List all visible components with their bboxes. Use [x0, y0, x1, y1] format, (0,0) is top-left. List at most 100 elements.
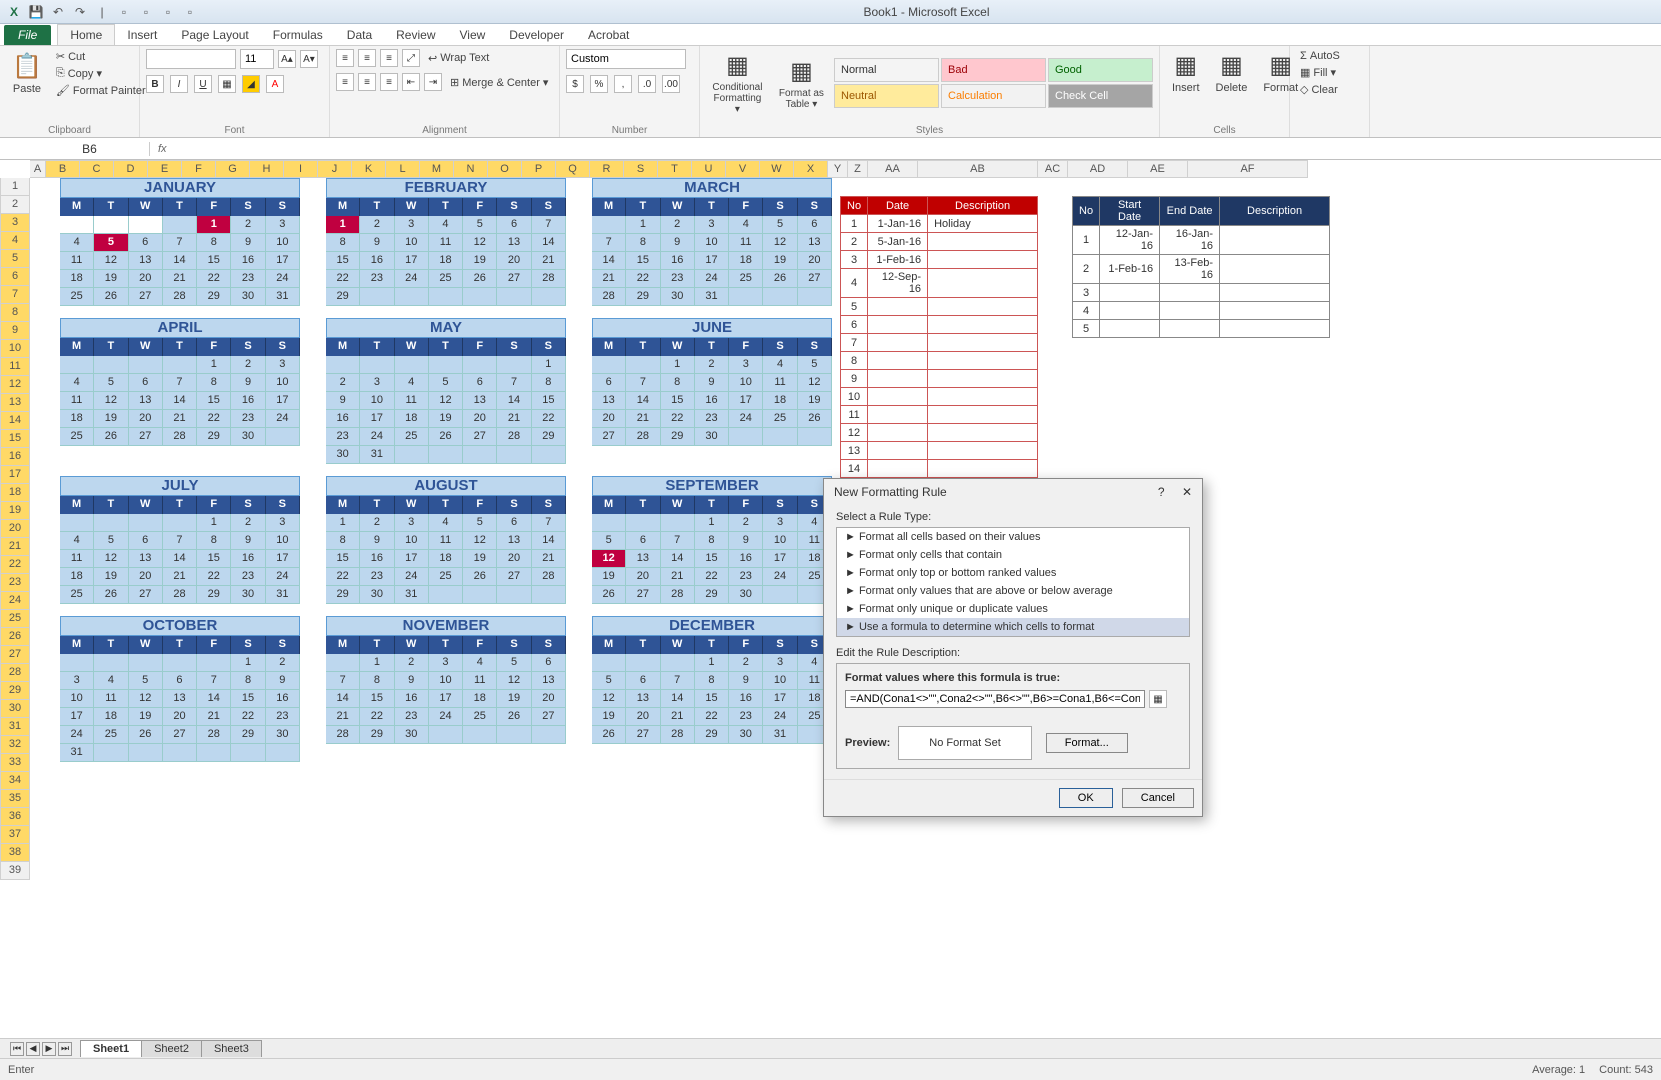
shrink-font-button[interactable]: A▾	[300, 50, 318, 68]
row-25[interactable]: 25	[0, 610, 30, 628]
redo-icon[interactable]: ↷	[72, 4, 88, 20]
col-AC[interactable]: AC	[1038, 160, 1068, 178]
row-18[interactable]: 18	[0, 484, 30, 502]
font-size-select[interactable]	[240, 49, 274, 69]
range-picker-icon[interactable]: ▦	[1149, 690, 1167, 708]
row-37[interactable]: 37	[0, 826, 30, 844]
rule-type-option[interactable]: ► Format only cells that contain	[837, 546, 1189, 564]
tab-review[interactable]: Review	[384, 25, 447, 45]
col-V[interactable]: V	[726, 160, 760, 178]
paste-button[interactable]: 📋Paste	[6, 50, 48, 97]
row-27[interactable]: 27	[0, 646, 30, 664]
indent-inc-button[interactable]: ⇥	[424, 73, 442, 91]
tab-home[interactable]: Home	[57, 24, 115, 45]
tab-view[interactable]: View	[448, 25, 498, 45]
orientation-button[interactable]: ⤢	[402, 49, 420, 67]
print-icon[interactable]: ▫	[160, 4, 176, 20]
copy-button[interactable]: ⎘ Copy ▾	[52, 66, 150, 81]
col-D[interactable]: D	[114, 160, 148, 178]
rule-type-list[interactable]: ► Format all cells based on their values…	[836, 527, 1190, 637]
row-8[interactable]: 8	[0, 304, 30, 322]
sheet-tab-1[interactable]: Sheet1	[80, 1040, 142, 1057]
col-E[interactable]: E	[148, 160, 182, 178]
bold-button[interactable]: B	[146, 75, 164, 93]
row-6[interactable]: 6	[0, 268, 30, 286]
insert-cells-button[interactable]: ▦Insert	[1166, 49, 1206, 96]
row-14[interactable]: 14	[0, 412, 30, 430]
delete-cells-button[interactable]: ▦Delete	[1210, 49, 1254, 96]
col-T[interactable]: T	[658, 160, 692, 178]
style-normal[interactable]: Normal	[834, 58, 939, 82]
row-5[interactable]: 5	[0, 250, 30, 268]
cancel-button[interactable]: Cancel	[1122, 788, 1194, 808]
font-family-select[interactable]	[146, 49, 236, 69]
col-I[interactable]: I	[284, 160, 318, 178]
formula-input-field[interactable]	[845, 690, 1145, 708]
row-26[interactable]: 26	[0, 628, 30, 646]
autosum-button[interactable]: Σ AutoS	[1296, 49, 1363, 63]
row-36[interactable]: 36	[0, 808, 30, 826]
merge-center-button[interactable]: ⊞ Merge & Center ▾	[446, 75, 552, 90]
date-range-table[interactable]: NoStart DateEnd DateDescription112-Jan-1…	[1072, 196, 1330, 338]
row-16[interactable]: 16	[0, 448, 30, 466]
align-right-button[interactable]: ≡	[380, 73, 398, 91]
row-10[interactable]: 10	[0, 340, 30, 358]
tab-developer[interactable]: Developer	[497, 25, 576, 45]
row-35[interactable]: 35	[0, 790, 30, 808]
font-color-button[interactable]: A	[266, 75, 284, 93]
sheet-tab-2[interactable]: Sheet2	[141, 1040, 202, 1057]
row-30[interactable]: 30	[0, 700, 30, 718]
row-29[interactable]: 29	[0, 682, 30, 700]
sheet-nav-next[interactable]: ▶	[42, 1042, 56, 1056]
col-K[interactable]: K	[352, 160, 386, 178]
tab-formulas[interactable]: Formulas	[261, 25, 335, 45]
row-38[interactable]: 38	[0, 844, 30, 862]
col-U[interactable]: U	[692, 160, 726, 178]
number-format-select[interactable]	[566, 49, 686, 69]
conditional-formatting-button[interactable]: ▦Conditional Formatting ▾	[706, 49, 769, 117]
currency-button[interactable]: $	[566, 75, 584, 93]
rule-type-option[interactable]: ► Format all cells based on their values	[837, 528, 1189, 546]
col-P[interactable]: P	[522, 160, 556, 178]
row-32[interactable]: 32	[0, 736, 30, 754]
rule-type-option[interactable]: ► Format only unique or duplicate values	[837, 600, 1189, 618]
fill-color-button[interactable]: ◢	[242, 75, 260, 93]
inc-decimal-button[interactable]: .0	[638, 75, 656, 93]
dec-decimal-button[interactable]: .00	[662, 75, 680, 93]
row-4[interactable]: 4	[0, 232, 30, 250]
row-23[interactable]: 23	[0, 574, 30, 592]
col-F[interactable]: F	[182, 160, 216, 178]
row-28[interactable]: 28	[0, 664, 30, 682]
row-21[interactable]: 21	[0, 538, 30, 556]
fx-icon[interactable]: fx	[150, 143, 175, 155]
col-B[interactable]: B	[46, 160, 80, 178]
row-34[interactable]: 34	[0, 772, 30, 790]
col-AE[interactable]: AE	[1128, 160, 1188, 178]
sheet-nav-first[interactable]: ⏮	[10, 1042, 24, 1056]
name-box[interactable]: B6	[30, 142, 150, 156]
row-12[interactable]: 12	[0, 376, 30, 394]
row-13[interactable]: 13	[0, 394, 30, 412]
underline-button[interactable]: U	[194, 75, 212, 93]
rule-type-option[interactable]: ► Use a formula to determine which cells…	[837, 618, 1189, 636]
row-headers[interactable]: 1234567891011121314151617181920212223242…	[0, 178, 30, 880]
tab-page-layout[interactable]: Page Layout	[169, 25, 260, 45]
row-20[interactable]: 20	[0, 520, 30, 538]
style-good[interactable]: Good	[1048, 58, 1153, 82]
tab-data[interactable]: Data	[335, 25, 384, 45]
col-A[interactable]: A	[30, 160, 46, 178]
col-AA[interactable]: AA	[868, 160, 918, 178]
new-icon[interactable]: ▫	[116, 4, 132, 20]
align-center-button[interactable]: ≡	[358, 73, 376, 91]
col-AD[interactable]: AD	[1068, 160, 1128, 178]
col-J[interactable]: J	[318, 160, 352, 178]
format-button[interactable]: Format...	[1046, 733, 1128, 753]
col-Z[interactable]: Z	[848, 160, 868, 178]
row-15[interactable]: 15	[0, 430, 30, 448]
col-N[interactable]: N	[454, 160, 488, 178]
fill-button[interactable]: ▦ Fill ▾	[1296, 65, 1363, 80]
align-left-button[interactable]: ≡	[336, 73, 354, 91]
tab-insert[interactable]: Insert	[115, 25, 169, 45]
align-top-button[interactable]: ≡	[336, 49, 354, 67]
col-S[interactable]: S	[624, 160, 658, 178]
